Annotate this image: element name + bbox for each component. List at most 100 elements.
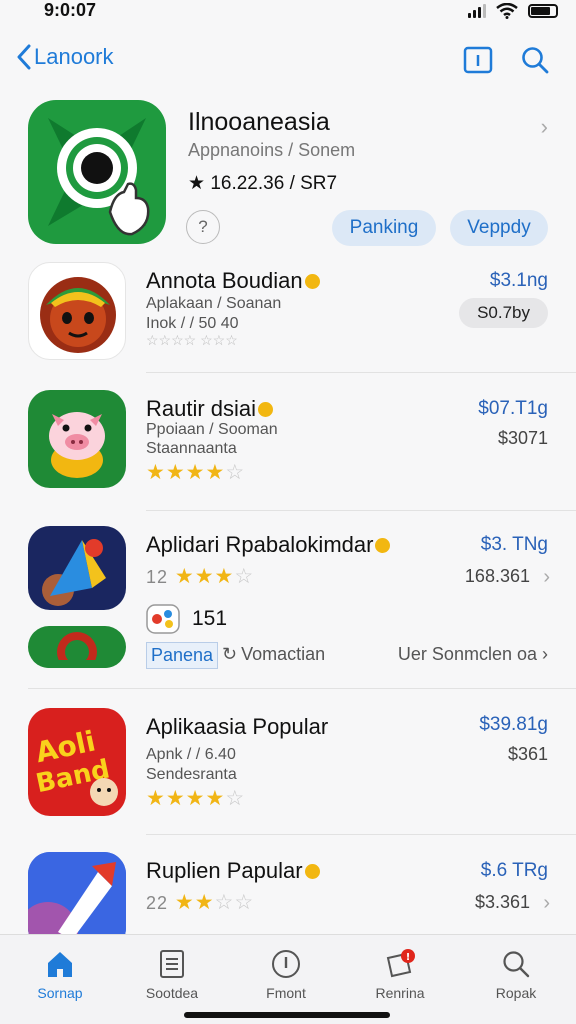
tab-documents[interactable]: Sootdea: [122, 947, 222, 1001]
featured-app-rating: ★ 16.22.36 / SR7: [188, 172, 337, 195]
battery-icon: [528, 4, 558, 18]
search-icon: [522, 47, 549, 74]
see-more-label: Uer Sonmclen oa: [397, 644, 537, 664]
app-title-text: Annota Boudian: [146, 268, 303, 293]
rating-count: 22: [146, 893, 169, 913]
divider: [28, 688, 576, 689]
verified-badge-icon: [304, 863, 320, 879]
ranking-button[interactable]: Panking: [332, 210, 436, 246]
tab-notifications[interactable]: ! Renrina: [350, 947, 450, 1001]
app-rating-stars: 12 ★★★☆: [146, 565, 255, 588]
app-rating-stars: ★★★★☆: [146, 787, 246, 810]
divider: [146, 834, 576, 835]
app-title: Annota Boudian: [146, 268, 320, 294]
cellular-signal-icon: [468, 4, 486, 18]
app-row[interactable]: Ruplien Papular 22 ★★☆☆ $.6 TRg $3.361 ›: [0, 852, 576, 934]
featured-app[interactable]: Ilnooaneasia Appnanoins / Sonem ★ 16.22.…: [0, 100, 576, 250]
get-button[interactable]: Veppdy: [450, 210, 548, 246]
app-detail: Sendesranta: [146, 766, 237, 783]
star-icon: ★: [188, 173, 206, 194]
app-price: $39.81g: [479, 714, 548, 735]
info-button[interactable]: ?: [186, 210, 220, 244]
app-price: $07.T1g: [478, 398, 548, 419]
app-title-text: Rautir dsiai: [146, 396, 257, 421]
nav-bar: Lanoork: [0, 38, 576, 84]
app-title: Ruplien Papular: [146, 858, 320, 884]
app-subtitle: Aplakaan / Soanan: [146, 295, 282, 312]
app-price: $.6 TRg: [480, 860, 548, 881]
tab-label: Sornap: [37, 985, 83, 1001]
status-time: 9:0:07: [44, 0, 97, 20]
verified-badge-icon: [258, 401, 274, 417]
featured-rating-text: 16.22.36 / SR7: [210, 173, 338, 194]
tab-label: Sootdea: [145, 985, 199, 1001]
app-price-secondary: $3.361: [474, 892, 530, 912]
chevron-right-icon[interactable]: ›: [543, 566, 550, 589]
app-icon: [28, 262, 126, 360]
tab-search[interactable]: Ropak: [466, 947, 566, 1001]
app-title: Aplidari Rpabalokimdar: [146, 532, 391, 558]
action-link[interactable]: ↻ Vomactian: [222, 644, 325, 665]
search-button[interactable]: [519, 44, 551, 76]
featured-app-icon: [28, 100, 166, 244]
app-rating-stars: 22 ★★☆☆: [146, 891, 255, 914]
tab-label: Ropak: [495, 985, 537, 1001]
app-icon: Aoli Band: [28, 708, 126, 816]
rating-count: 12: [146, 567, 169, 587]
app-row[interactable]: Rautir dsiai Ppoiaan / Sooman Staannaant…: [0, 390, 576, 500]
document-icon: [160, 950, 184, 978]
app-detail: Inok / / 50 40: [146, 315, 239, 332]
tab-label: Renrina: [375, 985, 425, 1001]
featured-app-title: Ilnooaneasia: [188, 108, 330, 136]
info-glyph: ?: [198, 217, 208, 236]
back-label: Lanoork: [34, 44, 114, 69]
tab-info[interactable]: Fmont: [236, 947, 336, 1001]
notification-icon: !: [386, 949, 415, 978]
app-subtitle: Apnk / / 6.40: [146, 746, 236, 763]
app-count-row: 151: [146, 604, 227, 634]
app-row[interactable]: Aplidari Rpabalokimdar 12 ★★★☆ $3. TNg 1…: [0, 526, 576, 686]
back-button[interactable]: Lanoork: [16, 44, 114, 70]
app-rating-stars: ★★★★☆: [146, 461, 246, 484]
category-tag[interactable]: Panena: [146, 642, 219, 669]
see-more-link[interactable]: Uer Sonmclen oa ›: [398, 644, 548, 665]
app-detail: Staannaanta: [146, 440, 237, 457]
app-count: 151: [192, 607, 228, 630]
wifi-icon: [496, 3, 518, 19]
bookmark-button[interactable]: [462, 44, 494, 76]
app-price-secondary: $3071: [497, 428, 548, 448]
divider: [146, 372, 576, 373]
chevron-right-icon[interactable]: ›: [541, 114, 548, 140]
home-icon: [48, 952, 72, 977]
status-bar: 9:0:07: [0, 0, 576, 26]
app-price-secondary: $361: [507, 744, 548, 764]
search-icon: [503, 951, 530, 978]
app-icon: [28, 390, 126, 488]
app-icon: [28, 852, 126, 934]
app-row[interactable]: Aoli Band Aplikaasia Popular Apnk / / 6.…: [0, 708, 576, 820]
app-price-secondary: 168.361: [464, 566, 530, 586]
svg-text:!: !: [406, 952, 411, 963]
featured-app-subtitle: Appnanoins / Sonem: [188, 140, 356, 160]
tab-bar: Sornap Sootdea Fmont ! Renrina Ropak: [0, 934, 576, 1024]
app-title-text: Aplidari Rpabalokimdar: [146, 532, 374, 557]
verified-badge-icon: [304, 273, 320, 289]
refresh-icon: ↻: [222, 644, 238, 664]
chevron-right-icon: ›: [537, 644, 548, 664]
app-price: $3. TNg: [480, 534, 548, 555]
status-icons: [468, 3, 558, 19]
app-title: Rautir dsiai: [146, 396, 274, 422]
bookmark-icon: [463, 46, 493, 74]
tab-home[interactable]: Sornap: [10, 947, 110, 1001]
home-indicator[interactable]: [184, 1012, 390, 1018]
app-subtitle: Ppoiaan / Sooman: [146, 421, 278, 438]
verified-badge-icon: [375, 537, 391, 553]
chevron-left-icon: [17, 44, 31, 70]
app-title: Aplikaasia Popular: [146, 714, 329, 739]
info-icon: [272, 950, 300, 978]
app-rating-stars: ☆☆☆☆ ☆☆☆: [146, 332, 238, 348]
app-row[interactable]: Annota Boudian Aplakaan / Soanan Inok / …: [0, 262, 576, 372]
app-get-button[interactable]: S0.7by: [459, 298, 548, 328]
game-controller-icon: [146, 604, 180, 634]
chevron-right-icon[interactable]: ›: [543, 892, 550, 915]
